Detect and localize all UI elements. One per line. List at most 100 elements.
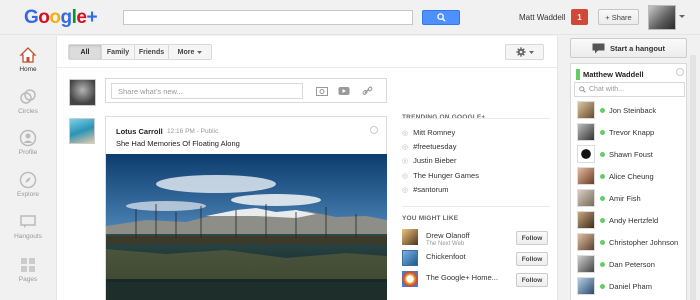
search-icon <box>579 86 586 93</box>
left-nav: Home Circles Profile Explore Hangouts Pa… <box>0 36 56 300</box>
post-menu-button[interactable] <box>370 126 378 134</box>
username-link[interactable]: Matt Waddell <box>519 13 565 22</box>
video-icon[interactable] <box>338 86 350 96</box>
profile-icon <box>19 129 37 147</box>
chat-menu-button[interactable] <box>676 68 684 76</box>
contact-name: Dan Peterson <box>609 259 655 269</box>
avatar <box>577 233 595 251</box>
trending-item[interactable]: ◎ Mitt Romney <box>402 128 455 137</box>
notification-badge[interactable]: 1 <box>571 9 588 25</box>
follow-button[interactable]: Follow <box>516 252 548 266</box>
filter-more-label: More <box>177 48 195 56</box>
post-title: She Had Memories Of Floating Along <box>116 139 240 148</box>
trending-item-label: #santorum <box>413 185 449 194</box>
chat-contact[interactable]: Dan Peterson <box>571 254 688 274</box>
suggestion-name[interactable]: The Google+ Home... <box>426 273 498 282</box>
suggestion-name[interactable]: Chickenfoot <box>426 252 466 261</box>
trending-section: TRENDING ON GOOGLE+ ◎Mitt Romney ◎#freet… <box>402 108 552 208</box>
avatar <box>577 211 595 229</box>
share-button[interactable]: + Share <box>598 9 639 25</box>
trending-glyph: ◎ <box>402 157 409 165</box>
link-icon[interactable] <box>362 86 374 96</box>
suggestion-subtitle: The Next Web <box>426 241 465 247</box>
avatar[interactable] <box>402 250 418 266</box>
contact-name: Alice Cheung <box>609 171 654 181</box>
chat-panel: Matthew Waddell Chat with... Jon Steinba… <box>570 63 687 300</box>
trending-item[interactable]: ◎ #santorum <box>402 185 449 194</box>
share-input[interactable]: Share what's new... <box>111 83 303 99</box>
online-indicator <box>600 217 605 223</box>
contact-name: Trevor Knapp <box>609 127 655 137</box>
trending-glyph: ◎ <box>402 143 409 151</box>
search-icon <box>436 13 446 22</box>
contact-name: Jon Steinback <box>609 105 657 115</box>
online-indicator <box>600 195 605 201</box>
post-visibility[interactable]: Public <box>201 128 219 135</box>
trending-item[interactable]: ◎ #freetuesday <box>402 142 456 151</box>
avatar <box>69 79 96 106</box>
chat-contact[interactable]: Andy Hertzfeld <box>571 210 688 230</box>
logo-letter: + <box>86 7 98 28</box>
suggestion-row: Chickenfoot Follow <box>402 250 552 270</box>
chevron-down-icon[interactable] <box>679 15 685 18</box>
online-indicator <box>600 129 605 135</box>
nav-item-pages[interactable]: Pages <box>0 256 56 283</box>
avatar[interactable] <box>69 118 95 144</box>
filter-all[interactable]: All <box>68 44 102 60</box>
logo-letter: g <box>60 7 73 28</box>
trending-item[interactable]: ◎ The Hunger Games <box>402 171 479 180</box>
avatar[interactable] <box>402 229 418 245</box>
chat-contact[interactable]: Alice Cheung <box>571 166 688 186</box>
filter-friends[interactable]: Friends <box>134 44 169 60</box>
online-indicator <box>600 261 605 267</box>
online-indicator <box>600 173 605 179</box>
trending-item-label: #freetuesday <box>413 142 457 151</box>
logo-letter: o <box>49 7 61 28</box>
contact-name: Christopher Johnson <box>609 237 679 247</box>
chat-contact[interactable]: Daniel Pham <box>571 276 688 296</box>
avatar[interactable] <box>648 5 676 30</box>
avatar[interactable] <box>402 271 418 287</box>
contact-name: Shawn Foust <box>609 149 653 159</box>
post-author[interactable]: Lotus Carroll <box>116 127 163 136</box>
search-input[interactable] <box>123 10 413 25</box>
chat-contact[interactable]: Shawn Foust <box>571 144 688 164</box>
stream-settings-button[interactable] <box>505 44 544 60</box>
chat-search-input[interactable]: Chat with... <box>574 82 685 97</box>
contact-name: Andy Hertzfeld <box>609 215 659 225</box>
filter-family[interactable]: Family <box>101 44 135 60</box>
chat-owner[interactable]: Matthew Waddell <box>576 69 644 80</box>
logo-letter: G <box>24 7 39 28</box>
trending-glyph: ◎ <box>402 186 409 194</box>
search-button[interactable] <box>422 10 460 25</box>
suggestion-row: Drew Olanoff The Next Web Follow <box>402 229 552 249</box>
nav-item-profile[interactable]: Profile <box>0 129 56 156</box>
nav-label: Profile <box>18 149 38 156</box>
nav-item-circles[interactable]: Circles <box>0 88 56 115</box>
follow-button[interactable]: Follow <box>516 273 548 287</box>
nav-item-home[interactable]: Home <box>0 46 56 73</box>
circles-icon <box>20 89 36 104</box>
nav-item-hangouts[interactable]: Hangouts <box>0 213 56 240</box>
chat-search-placeholder: Chat with... <box>589 86 625 93</box>
post-photo[interactable] <box>106 154 387 300</box>
chat-contact[interactable]: Jon Steinback <box>571 100 688 120</box>
stream: All Family Friends More Share what's new… <box>56 36 558 300</box>
follow-button[interactable]: Follow <box>516 231 548 245</box>
contact-name: Daniel Pham <box>609 281 652 291</box>
start-hangout-button[interactable]: Start a hangout <box>570 38 687 58</box>
trending-item[interactable]: ◎ Justin Bieber <box>402 156 456 165</box>
chat-contact[interactable]: Amir Fish <box>571 188 688 208</box>
chat-contact[interactable]: Christopher Johnson <box>571 232 688 252</box>
chat-contact[interactable]: Trevor Knapp <box>571 122 688 142</box>
nav-item-explore[interactable]: Explore <box>0 171 56 198</box>
google-plus-logo[interactable]: Google+ <box>24 7 98 29</box>
post-time[interactable]: 12:16 PM <box>167 128 195 135</box>
suggestion-name[interactable]: Drew Olanoff <box>426 231 470 240</box>
right-panel: Start a hangout Matthew Waddell Chat wit… <box>568 36 700 300</box>
nav-label: Pages <box>18 276 38 283</box>
filter-more[interactable]: More <box>168 44 212 60</box>
scrollbar[interactable] <box>690 55 696 300</box>
photo-icon[interactable] <box>316 86 328 96</box>
online-indicator <box>600 151 605 157</box>
